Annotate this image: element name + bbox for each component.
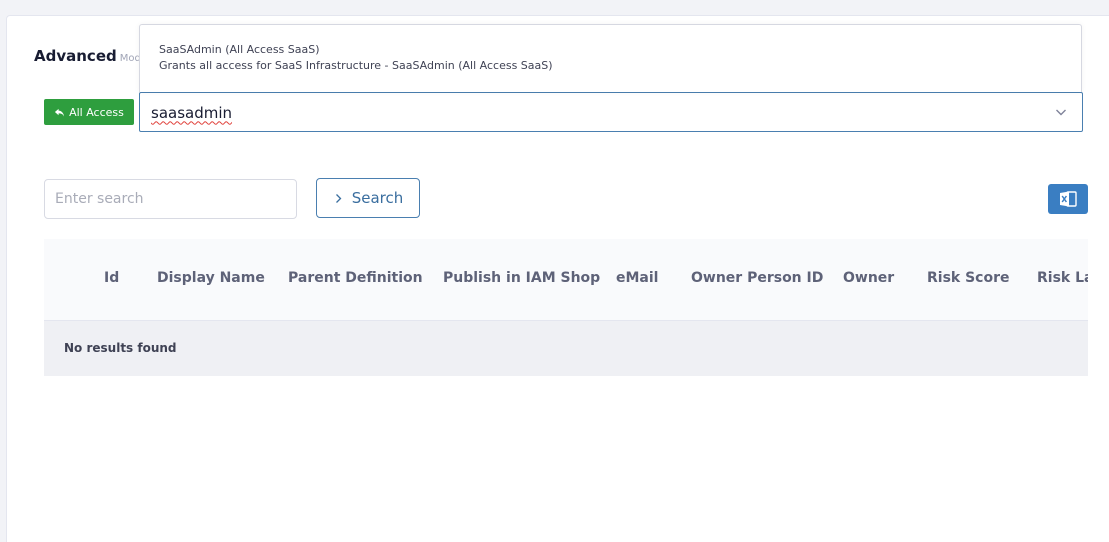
role-dropdown: SaaSAdmin (All Access SaaS) Grants all a… [139,24,1082,92]
column-header-id[interactable]: Id [104,270,119,286]
search-button-label: Search [351,189,404,207]
column-header-owner[interactable]: Owner [843,270,894,286]
search-button[interactable]: Search [316,178,420,218]
dropdown-option-description: Grants all access for SaaS Infrastructur… [159,59,553,72]
dropdown-option-title: SaaSAdmin (All Access SaaS) [159,43,320,56]
column-header-risk-last[interactable]: Risk Last [1037,270,1088,286]
chevron-down-icon[interactable] [1054,105,1068,119]
back-button-label: All Access [69,105,124,119]
column-header-email[interactable]: eMail [616,270,658,286]
column-header-owner-person-id[interactable]: Owner Person ID [691,270,823,286]
page-title-text: Advanced [34,47,117,65]
column-header-risk-score[interactable]: Risk Score [927,270,1010,286]
back-button[interactable]: All Access [44,99,134,125]
search-input[interactable] [44,179,297,219]
table-header: Id Display Name Parent Definition Publis… [44,239,1088,321]
column-header-display-name[interactable]: Display Name [157,270,265,286]
dropdown-option[interactable]: SaaSAdmin (All Access SaaS) Grants all a… [159,42,1081,74]
role-combobox-value[interactable]: saasadmin [151,104,232,122]
page-title: Advanced Modi [34,47,144,65]
reply-arrow-icon [55,108,65,117]
table-empty-row: No results found [44,321,1088,376]
chevron-right-icon [335,193,342,203]
column-header-publish-in-iam-shop[interactable]: Publish in IAM Shop [443,270,600,286]
empty-message: No results found [64,341,177,355]
results-table: Id Display Name Parent Definition Publis… [44,239,1088,376]
column-header-parent-definition[interactable]: Parent Definition [288,270,423,286]
excel-icon [1060,191,1077,207]
excel-export-button[interactable] [1048,184,1088,214]
role-combobox[interactable]: saasadmin [139,92,1083,132]
